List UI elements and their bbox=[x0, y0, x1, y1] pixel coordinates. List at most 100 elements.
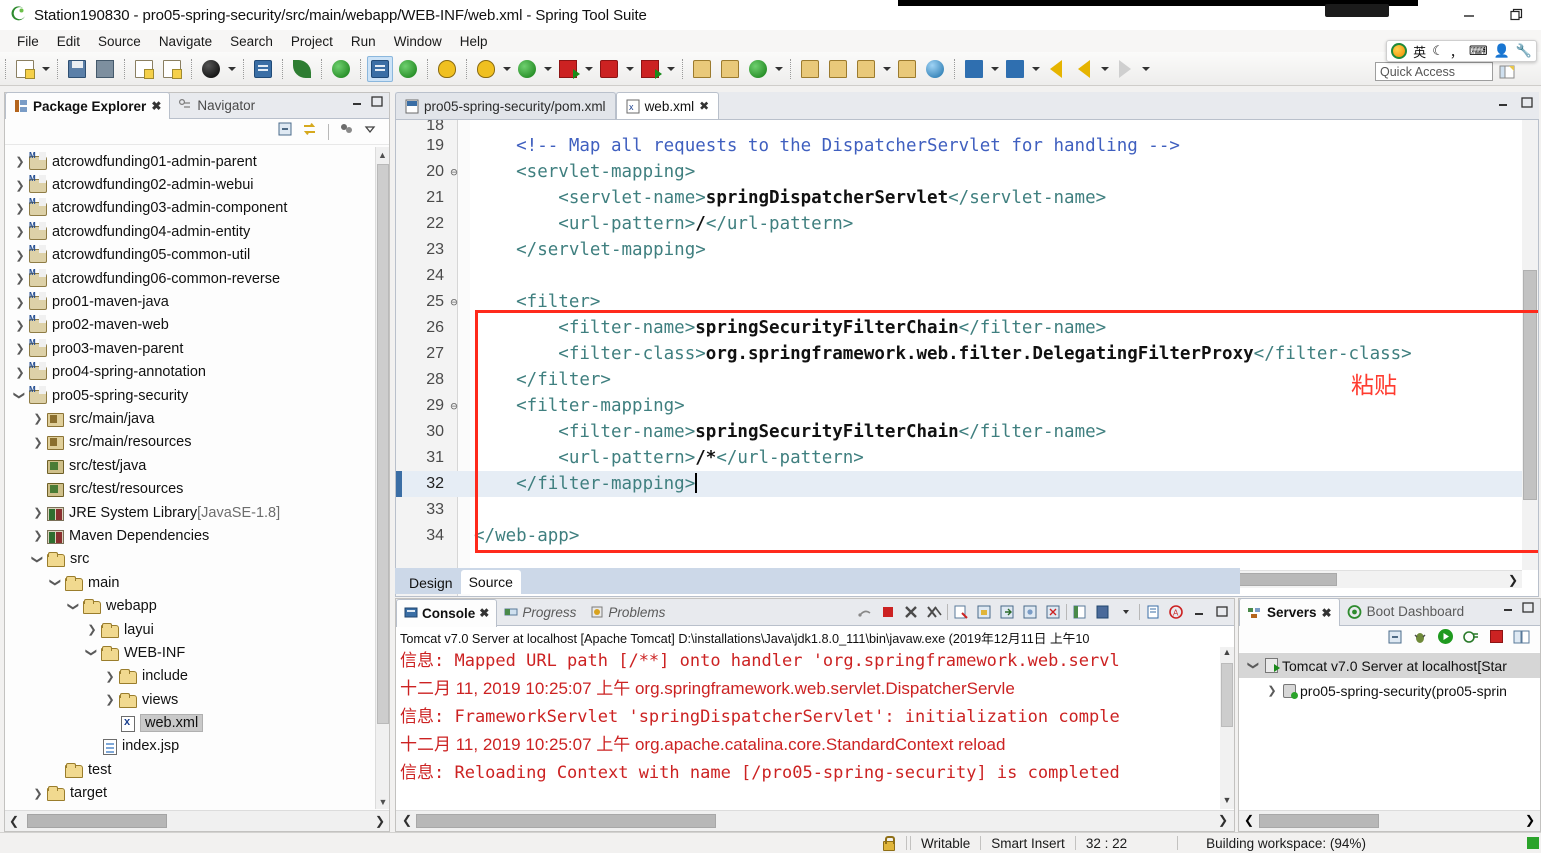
menu-source[interactable]: Source bbox=[89, 32, 150, 51]
close-icon[interactable]: ✖ bbox=[699, 99, 709, 113]
servers-horizontal-scrollbar[interactable]: ❮ ❯ bbox=[1239, 810, 1540, 831]
tree-twisty-right-icon[interactable] bbox=[11, 155, 29, 168]
maximize-servers-button[interactable] bbox=[1520, 601, 1536, 615]
clear-console-icon[interactable] bbox=[951, 602, 971, 622]
console-vertical-scrollbar[interactable]: ▲ ▼ bbox=[1220, 647, 1234, 809]
scroll-right-arrow[interactable]: ❯ bbox=[1214, 813, 1232, 827]
scroll-right-arrow[interactable]: ❯ bbox=[371, 814, 389, 828]
scroll-down-arrow[interactable]: ▼ bbox=[376, 794, 390, 809]
scroll-left-arrow[interactable]: ❮ bbox=[5, 814, 23, 828]
code-line[interactable]: 32 </filter-mapping> bbox=[396, 471, 1522, 497]
scroll-thumb-h[interactable] bbox=[27, 814, 167, 828]
tab-console[interactable]: Console ✖ bbox=[396, 598, 498, 627]
minimize-servers-button[interactable] bbox=[1500, 601, 1516, 615]
code-line[interactable]: 21 <servlet-name>springDispatcherServlet… bbox=[396, 185, 1522, 211]
console-output[interactable]: 信息: Mapped URL path [/**] onto handler '… bbox=[396, 647, 1220, 809]
tree-item-main[interactable]: main bbox=[5, 571, 375, 594]
tree-item-web-inf[interactable]: WEB-INF bbox=[5, 641, 375, 664]
tree-item-web-xml[interactable]: web.xml bbox=[5, 711, 375, 734]
run-dropdown[interactable] bbox=[541, 56, 554, 82]
keyboard-icon[interactable]: ⌨ bbox=[1469, 43, 1488, 59]
tree-item-src-test-resources[interactable]: src/test/resources bbox=[5, 477, 375, 500]
tree-twisty-right-icon[interactable] bbox=[11, 319, 29, 332]
restore-button[interactable] bbox=[1493, 0, 1541, 30]
scroll-thumb[interactable] bbox=[1523, 270, 1537, 500]
code-line[interactable]: 19 <!-- Map all requests to the Dispatch… bbox=[396, 133, 1522, 159]
tree-horizontal-scrollbar[interactable]: ❮ ❯ bbox=[5, 810, 389, 831]
close-icon[interactable]: ✖ bbox=[151, 99, 161, 113]
tree-item-atcrowdfunding01-admin-parent[interactable]: atcrowdfunding01-admin-parent bbox=[5, 150, 375, 173]
skip-breakpoints-button[interactable] bbox=[434, 56, 460, 82]
tree-item-index-jsp[interactable]: index.jsp bbox=[5, 735, 375, 758]
tree-item-atcrowdfunding02-admin-webui[interactable]: atcrowdfunding02-admin-webui bbox=[5, 173, 375, 196]
scroll-thumb-h[interactable] bbox=[416, 814, 716, 828]
minimize-editor-button[interactable] bbox=[1495, 96, 1511, 110]
tab-design[interactable]: Design bbox=[401, 572, 461, 594]
tree-twisty-right-icon[interactable] bbox=[83, 623, 101, 636]
tree-item-layui[interactable]: layui bbox=[5, 618, 375, 641]
fold-collapse-icon[interactable]: ⊖ bbox=[448, 289, 460, 315]
fold-collapse-icon[interactable]: ⊖ bbox=[448, 393, 460, 419]
tab-source[interactable]: Source bbox=[460, 570, 521, 594]
menu-edit[interactable]: Edit bbox=[48, 32, 89, 51]
maximize-console-button[interactable] bbox=[1212, 602, 1232, 622]
new-wizard-button[interactable] bbox=[12, 56, 38, 82]
edit-dropdown[interactable] bbox=[880, 56, 893, 82]
menu-project[interactable]: Project bbox=[282, 32, 342, 51]
stop-server-icon[interactable] bbox=[1489, 629, 1504, 649]
publish-icon[interactable] bbox=[1513, 629, 1530, 650]
code-line[interactable]: 26 <filter-name>springSecurityFilterChai… bbox=[396, 315, 1522, 341]
maximize-view-button[interactable] bbox=[369, 95, 385, 109]
spring-boot-button[interactable] bbox=[395, 56, 421, 82]
tab-navigator[interactable]: Navigator bbox=[170, 92, 263, 118]
toggle-markoccurrences-button[interactable] bbox=[367, 55, 393, 82]
back-button[interactable] bbox=[1043, 56, 1069, 82]
open-resource-button[interactable] bbox=[894, 56, 920, 82]
tree-twisty-down-icon[interactable] bbox=[47, 576, 65, 589]
servers-tree[interactable]: Tomcat v7.0 Server at localhost [Star pro… bbox=[1239, 653, 1540, 809]
code-line[interactable]: 34 </web-app> bbox=[396, 523, 1522, 549]
ime-logo-icon[interactable] bbox=[1391, 43, 1408, 59]
tree-item-views[interactable]: views bbox=[5, 688, 375, 711]
tab-package-explorer[interactable]: Package Explorer ✖ bbox=[5, 92, 171, 119]
export-button[interactable] bbox=[159, 56, 185, 82]
menu-window[interactable]: Window bbox=[385, 32, 451, 51]
backward-history-dropdown[interactable] bbox=[1098, 56, 1111, 82]
tree-item-maven-dependencies[interactable]: Maven Dependencies bbox=[5, 524, 375, 547]
profile-server-icon[interactable] bbox=[1463, 629, 1480, 650]
wrench-icon[interactable]: 🔧 bbox=[1516, 43, 1532, 59]
display-selected-console-icon[interactable] bbox=[1043, 602, 1063, 622]
open-perspective-button[interactable] bbox=[797, 56, 823, 82]
server-row[interactable]: Tomcat v7.0 Server at localhost [Star bbox=[1239, 653, 1540, 678]
next-annotation-button[interactable] bbox=[961, 56, 987, 82]
code-line[interactable]: 30 <filter-name>springSecurityFilterChai… bbox=[396, 419, 1522, 445]
scroll-left-arrow[interactable]: ❮ bbox=[398, 813, 416, 827]
view-menu-icon[interactable] bbox=[338, 121, 354, 142]
previous-annotation-button[interactable] bbox=[1002, 56, 1028, 82]
menu-search[interactable]: Search bbox=[221, 32, 282, 51]
code-line[interactable]: 20 ⊖ <servlet-mapping> bbox=[396, 159, 1522, 185]
scroll-up-arrow[interactable]: ▲ bbox=[376, 147, 389, 162]
tree-twisty-right-icon[interactable] bbox=[11, 296, 29, 309]
tree-vertical-scrollbar[interactable]: ▲ ▼ bbox=[375, 147, 389, 809]
java-perspective-icon[interactable] bbox=[1497, 62, 1517, 82]
print-button[interactable] bbox=[131, 56, 157, 82]
tree-item-jre-system-library[interactable]: JRE System Library [JavaSE-1.8] bbox=[5, 501, 375, 524]
tree-item-atcrowdfunding04-admin-entity[interactable]: atcrowdfunding04-admin-entity bbox=[5, 220, 375, 243]
menu-run[interactable]: Run bbox=[342, 32, 385, 51]
tree-twisty-right-icon[interactable] bbox=[11, 179, 29, 192]
new-package-button[interactable] bbox=[689, 56, 715, 82]
run-external-tools-button[interactable] bbox=[555, 56, 581, 82]
debug-server-icon[interactable] bbox=[1412, 629, 1428, 650]
tree-twisty-right-icon[interactable] bbox=[11, 249, 29, 262]
tree-twisty-right-icon[interactable] bbox=[11, 366, 29, 379]
code-line[interactable]: 31 <url-pattern>/*</url-pattern> bbox=[396, 445, 1522, 471]
punctuation-icon[interactable]: ， bbox=[1450, 42, 1463, 61]
tree-item-pro03-maven-parent[interactable]: pro03-maven-parent bbox=[5, 337, 375, 360]
pin-console-icon[interactable] bbox=[1020, 602, 1040, 622]
perspective-switcher[interactable] bbox=[1497, 60, 1541, 84]
remove-all-launches-icon[interactable] bbox=[924, 602, 944, 622]
close-icon[interactable]: ✖ bbox=[1322, 606, 1332, 620]
tree-twisty-right-icon[interactable] bbox=[101, 670, 119, 683]
minimize-console-button[interactable] bbox=[1189, 602, 1209, 622]
